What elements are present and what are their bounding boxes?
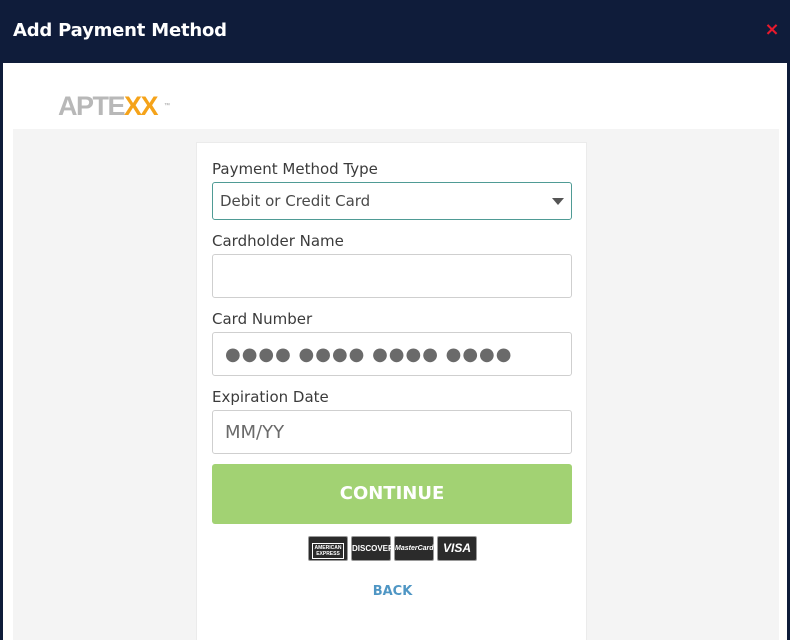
close-icon[interactable]: × — [762, 18, 782, 42]
payment-method-type-label: Payment Method Type — [212, 160, 378, 178]
expiration-date-input[interactable] — [212, 410, 572, 454]
amex-label: AMERICAN EXPRESS — [312, 543, 344, 559]
discover-card-icon: DISCOVER — [351, 536, 394, 561]
modal-body: APTEXX ™ Payment Method Type Debit or Cre… — [3, 63, 787, 640]
modal-header: Add Payment Method × — [0, 0, 790, 63]
cardholder-name-input[interactable] — [212, 254, 572, 298]
modal-title: Add Payment Method — [13, 20, 227, 41]
add-payment-modal: Add Payment Method × APTEXX ™ Payment Met… — [0, 0, 790, 640]
mastercard-card-icon: MasterCard — [394, 536, 434, 561]
amex-card-icon: AMERICAN EXPRESS — [308, 536, 348, 561]
expiration-date-label: Expiration Date — [212, 388, 329, 406]
cardholder-name-label: Cardholder Name — [212, 232, 344, 250]
logo-trademark: ™ — [164, 103, 170, 109]
logo-text-orange: XX — [124, 91, 159, 121]
payment-method-type-select[interactable]: Debit or Credit Card — [212, 182, 572, 220]
caret-down-icon — [552, 198, 564, 205]
aptexx-logo: APTEXX ™ — [58, 91, 170, 121]
payment-form-card: Payment Method Type Debit or Credit Card… — [196, 142, 587, 640]
card-number-input[interactable] — [212, 332, 572, 376]
visa-card-icon: VISA — [437, 536, 477, 561]
payment-method-type-value: Debit or Credit Card — [220, 192, 371, 210]
back-link[interactable]: BACK — [197, 584, 588, 599]
continue-button[interactable]: CONTINUE — [212, 464, 572, 524]
card-number-label: Card Number — [212, 310, 313, 328]
logo-text-grey: APTE — [58, 91, 126, 121]
